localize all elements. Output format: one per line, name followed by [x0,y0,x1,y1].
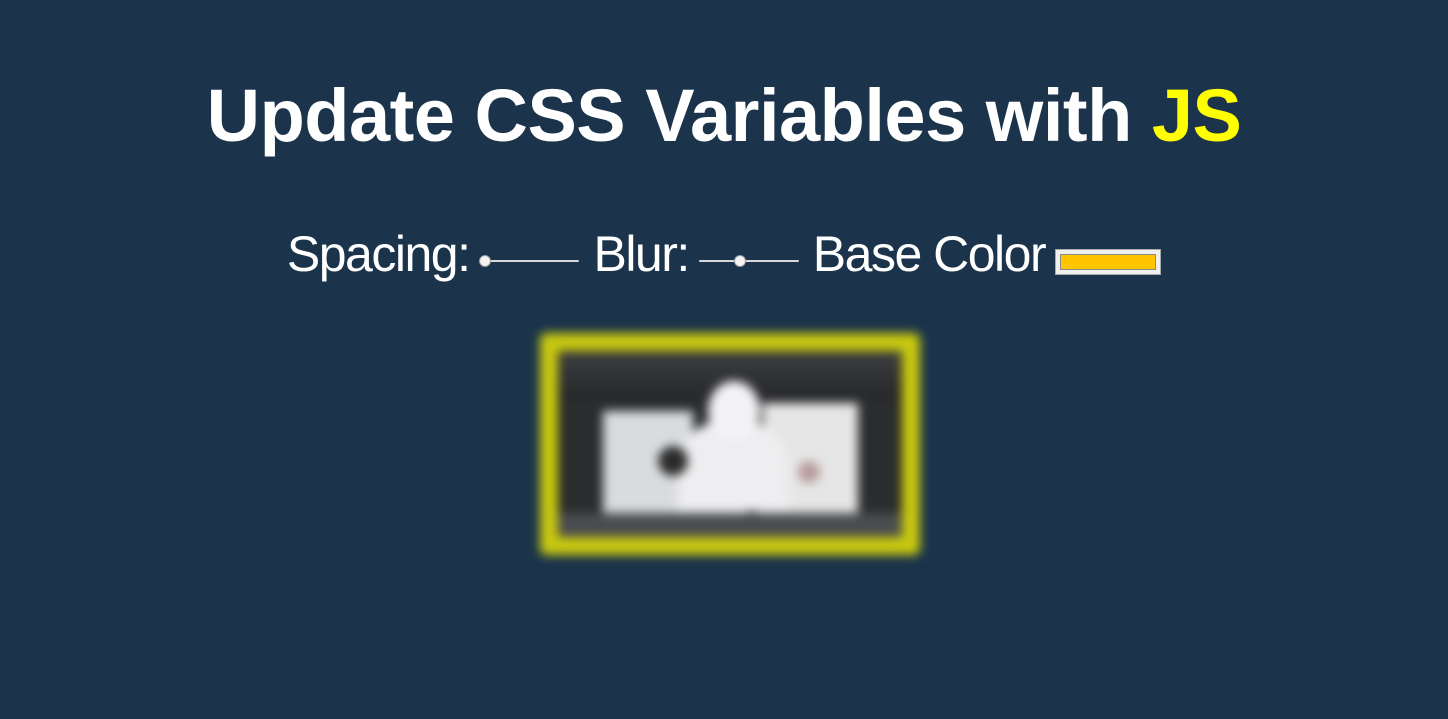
page: Update CSS Variables with JS Spacing: Bl… [0,0,1448,719]
blur-slider[interactable] [698,251,799,271]
title-text: Update CSS Variables with [206,74,1152,157]
blur-label: Blur: [593,226,690,282]
photo-light-spot [798,461,820,483]
controls-bar: Spacing: Blur: Base Color [0,224,1448,284]
photo-floor [558,513,902,537]
photo-frame [540,333,920,555]
spacing-label: Spacing: [286,226,471,282]
title-accent: JS [1151,74,1242,157]
spacing-slider-thumb[interactable] [479,255,492,267]
spacing-slider[interactable] [479,251,580,271]
photo-dark-spot [658,446,688,476]
page-title: Update CSS Variables with JS [0,68,1448,164]
blur-slider-thumb[interactable] [733,255,746,267]
spacing-slider-track [479,260,580,262]
blurred-photo [558,351,902,537]
blur-slider-track [698,260,799,262]
base-color-input[interactable] [1055,249,1162,275]
base-color-label: Base Color [812,226,1047,282]
photo-figure-head [708,381,760,441]
base-color-swatch [1060,254,1157,270]
